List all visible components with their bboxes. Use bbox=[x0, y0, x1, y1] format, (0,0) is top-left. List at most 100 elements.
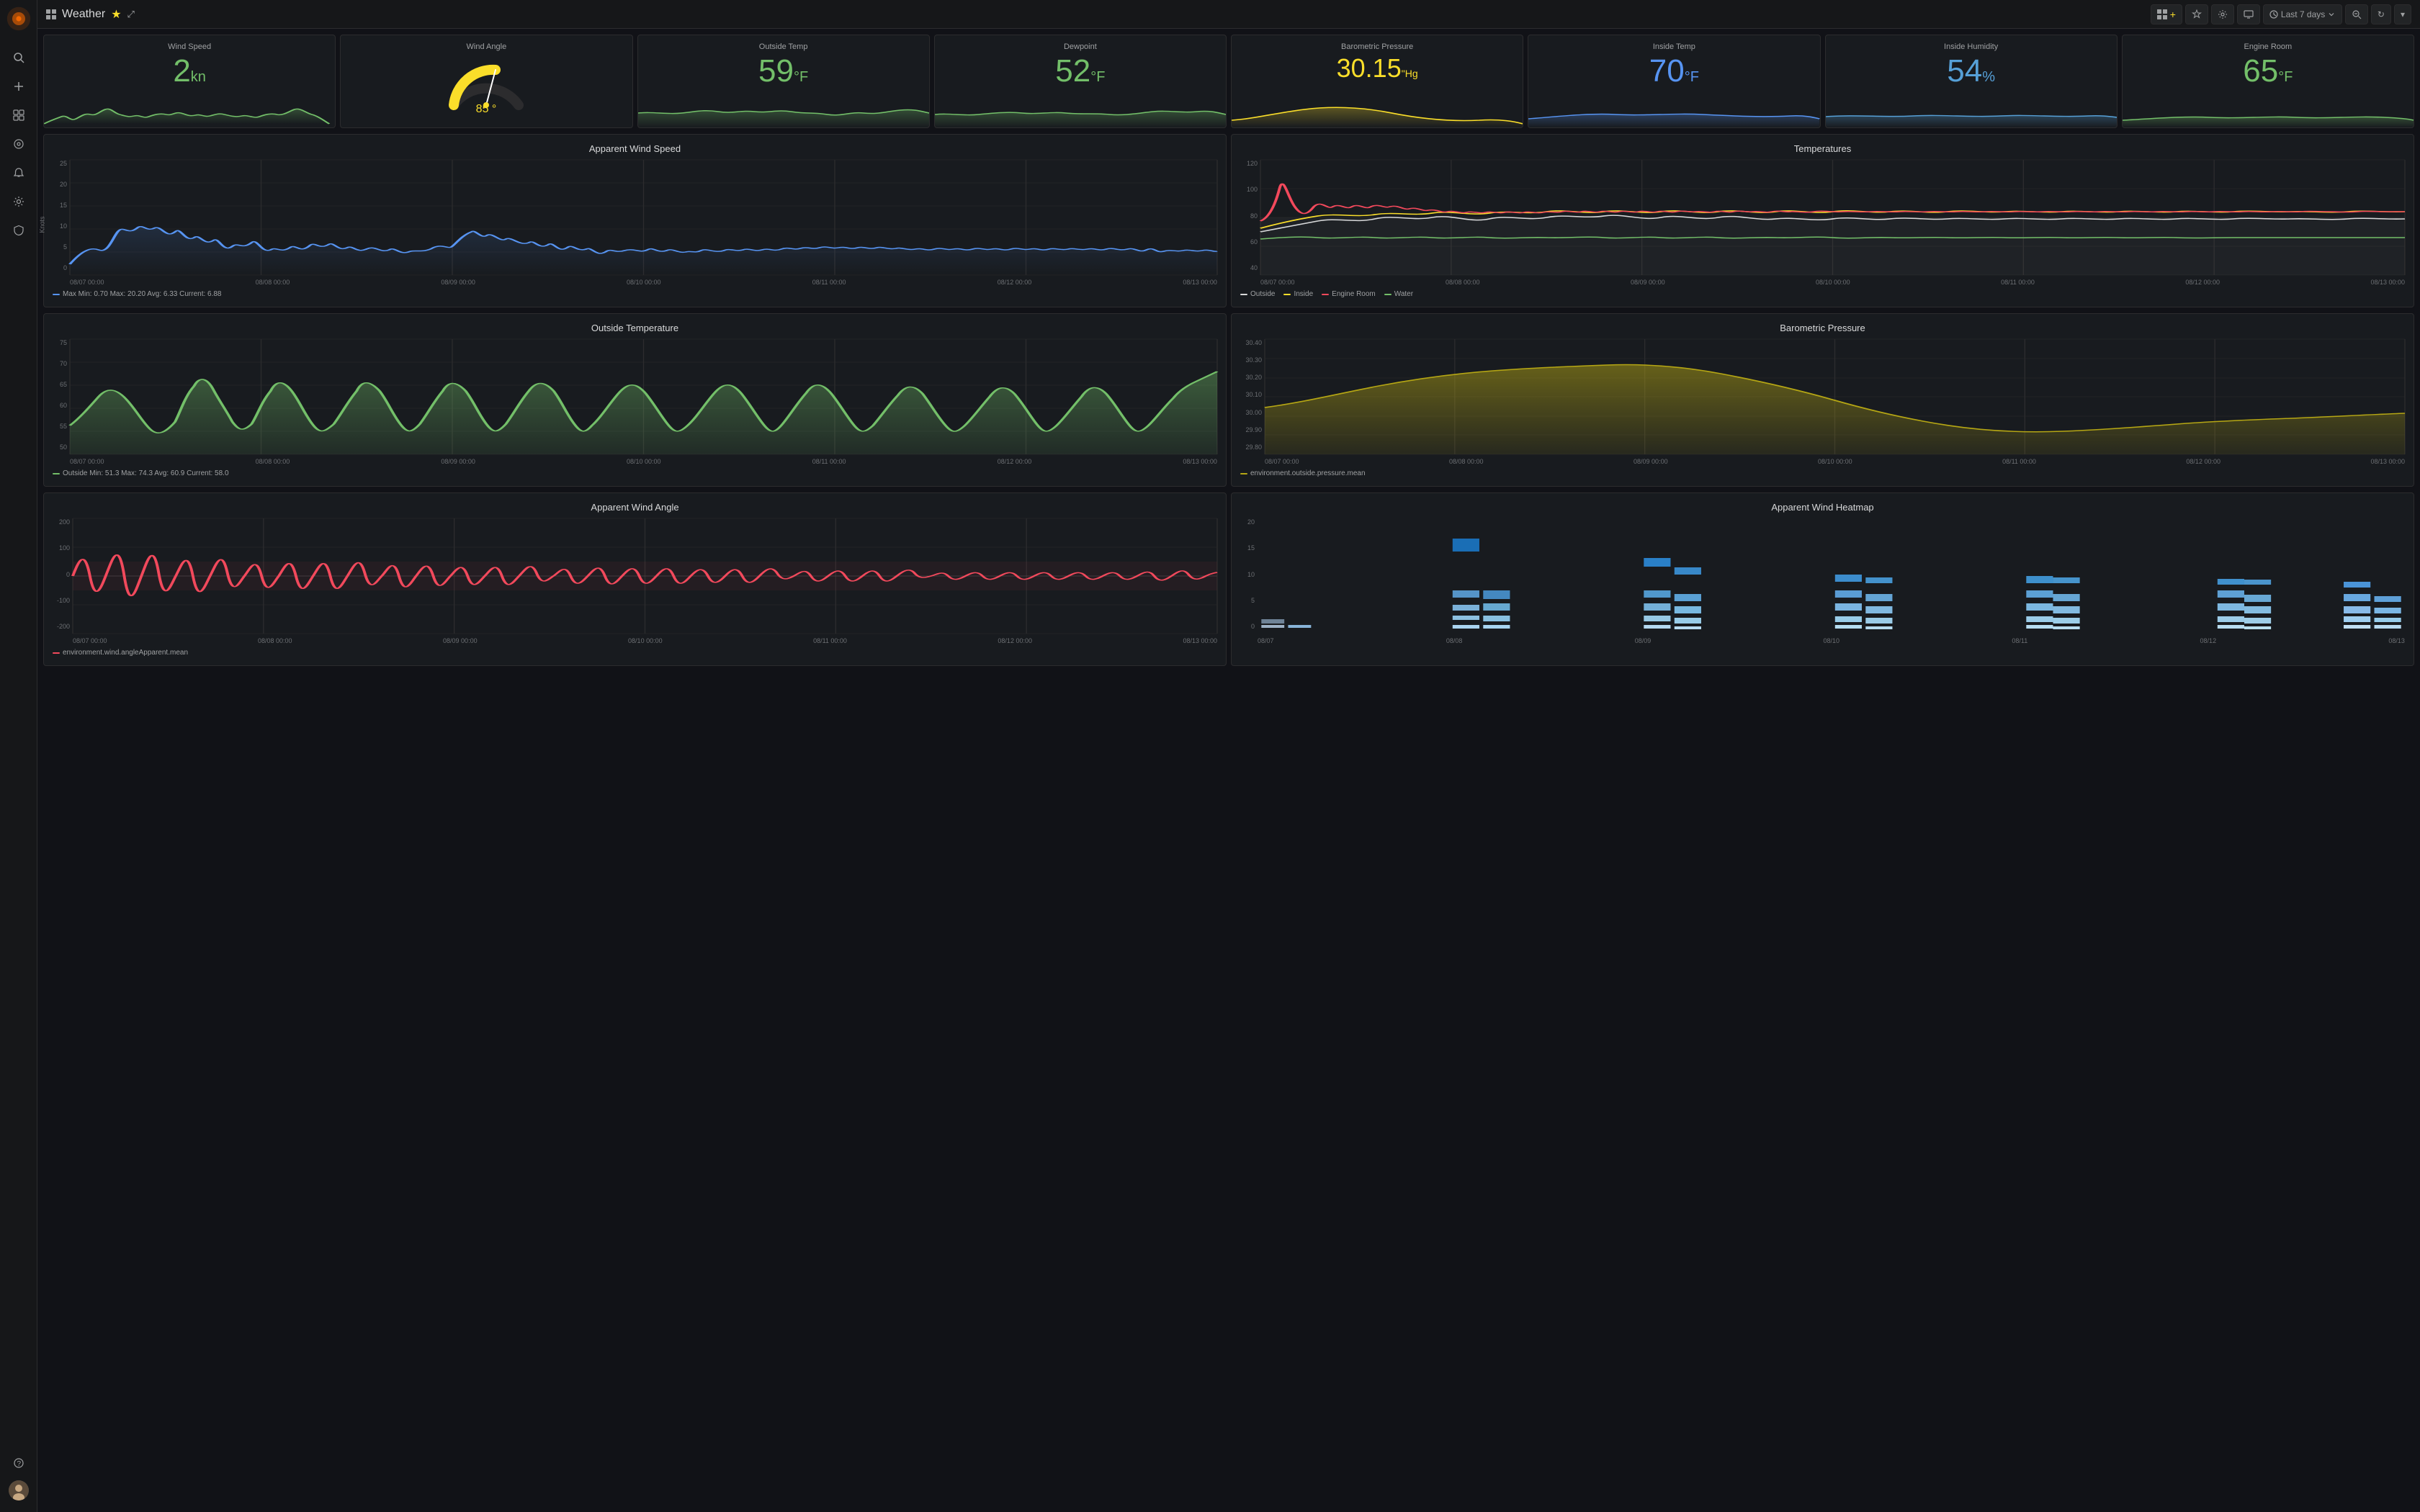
sidebar-item-settings[interactable] bbox=[6, 189, 32, 215]
inside-temp-title: Inside Temp bbox=[1537, 42, 1811, 51]
ws-y-25: 25 bbox=[60, 160, 67, 167]
baro-legend: environment.outside.pressure.mean bbox=[1240, 469, 2405, 477]
wind-speed-chart: Apparent Wind Speed 25 20 15 10 5 0 bbox=[43, 134, 1227, 307]
inside-label: Inside bbox=[1294, 290, 1313, 298]
ws-y-0: 0 bbox=[63, 264, 67, 271]
sidebar: ? bbox=[0, 0, 37, 1512]
water-label: Water bbox=[1394, 290, 1413, 298]
dewpoint-card: Dewpoint 52°F bbox=[934, 35, 1227, 128]
user-avatar[interactable] bbox=[9, 1480, 29, 1500]
sidebar-item-search[interactable] bbox=[6, 45, 32, 71]
charts-row-2: Outside Temperature 75 70 65 60 55 50 bbox=[43, 313, 2414, 487]
outside-temp-legend-text: Outside Min: 51.3 Max: 74.3 Avg: 60.9 Cu… bbox=[63, 469, 229, 477]
outside-temp-chart: Outside Temperature 75 70 65 60 55 50 bbox=[43, 313, 1227, 487]
temperatures-svg bbox=[1260, 160, 2405, 275]
wind-angle-legend-text: environment.wind.angleApparent.mean bbox=[63, 649, 188, 657]
wind-angle-gauge: 85 ° bbox=[443, 58, 529, 116]
wind-angle-chart: Apparent Wind Angle 200 100 0 -100 -200 bbox=[43, 492, 1227, 666]
temp-y-80: 80 bbox=[1250, 212, 1258, 220]
charts-row-1: Apparent Wind Speed 25 20 15 10 5 0 bbox=[43, 134, 2414, 307]
baro-value: 30.15"Hg bbox=[1240, 55, 1514, 81]
dewpoint-value: 52°F bbox=[944, 55, 1217, 87]
ws-y-10: 10 bbox=[60, 222, 67, 230]
sidebar-item-alerts[interactable] bbox=[6, 160, 32, 186]
water-legend: Water bbox=[1384, 290, 1413, 298]
settings-button[interactable] bbox=[2211, 4, 2234, 24]
ws-x-0: 08/07 00:00 bbox=[70, 279, 104, 286]
outside-temp-x-labels: 08/07 00:00 08/08 00:00 08/09 00:00 08/1… bbox=[70, 458, 1217, 465]
outside-label: Outside bbox=[1250, 290, 1275, 298]
wind-angle-chart-title: Apparent Wind Angle bbox=[53, 502, 1217, 513]
wind-heatmap-title: Apparent Wind Heatmap bbox=[1240, 502, 2405, 513]
topbar: Weather ★ ⤢ + Last 7 days bbox=[37, 0, 2420, 29]
outside-legend: Outside bbox=[1240, 290, 1275, 298]
ws-y-axis-label: Knots bbox=[39, 216, 46, 233]
wind-angle-legend: environment.wind.angleApparent.mean bbox=[53, 649, 1217, 657]
zoom-out-button[interactable] bbox=[2345, 4, 2368, 24]
sidebar-item-add[interactable] bbox=[6, 73, 32, 99]
ws-y-20: 20 bbox=[60, 181, 67, 188]
star-icon[interactable]: ★ bbox=[111, 7, 121, 22]
outside-temp-legend: Outside Min: 51.3 Max: 74.3 Avg: 60.9 Cu… bbox=[53, 469, 1217, 477]
wind-speed-legend: Max Min: 0.70 Max: 20.20 Avg: 6.33 Curre… bbox=[53, 290, 1217, 298]
stat-cards-row: Wind Speed 2kn Wind Angle bbox=[43, 35, 2414, 128]
temp-y-100: 100 bbox=[1247, 186, 1258, 193]
wind-speed-card: Wind Speed 2kn bbox=[43, 35, 336, 128]
outside-temp-title: Outside Temp bbox=[647, 42, 920, 51]
inside-temp-value: 70°F bbox=[1537, 55, 1811, 87]
wind-speed-value: 2kn bbox=[53, 55, 326, 87]
baro-legend-text: environment.outside.pressure.mean bbox=[1250, 469, 1366, 477]
sidebar-item-shield[interactable] bbox=[6, 217, 32, 243]
sidebar-item-explore[interactable] bbox=[6, 131, 32, 157]
page-title: Weather ★ ⤢ bbox=[46, 7, 135, 22]
wind-speed-svg bbox=[70, 160, 1217, 275]
grafana-logo[interactable] bbox=[6, 6, 32, 32]
svg-text:85 °: 85 ° bbox=[476, 103, 497, 115]
temp-y-120: 120 bbox=[1247, 160, 1258, 167]
ws-y-15: 15 bbox=[60, 202, 67, 209]
ws-x-2: 08/09 00:00 bbox=[441, 279, 475, 286]
more-options-button[interactable]: ▾ bbox=[2394, 4, 2411, 24]
topbar-actions: + Last 7 days ↻ ▾ bbox=[2151, 4, 2411, 24]
refresh-button[interactable]: ↻ bbox=[2371, 4, 2391, 24]
time-range-label: Last 7 days bbox=[2281, 9, 2325, 19]
dashboard: Wind Speed 2kn Wind Angle bbox=[37, 29, 2420, 1512]
wind-heatmap-chart: Apparent Wind Heatmap 20 15 10 5 0 bbox=[1231, 492, 2414, 666]
dewpoint-title: Dewpoint bbox=[944, 42, 1217, 51]
tv-mode-button[interactable] bbox=[2237, 4, 2260, 24]
wind-speed-x-labels: 08/07 00:00 08/08 00:00 08/09 00:00 08/1… bbox=[70, 279, 1217, 286]
wind-speed-sparkline bbox=[44, 99, 335, 127]
temperatures-chart: Temperatures 120 100 80 60 40 bbox=[1231, 134, 2414, 307]
barometric-pressure-chart: Barometric Pressure 30.40 30.30 30.20 30… bbox=[1231, 313, 2414, 487]
dewpoint-sparkline bbox=[935, 99, 1226, 127]
barometric-pressure-card: Barometric Pressure 30.15"Hg bbox=[1231, 35, 1523, 128]
baro-svg bbox=[1265, 339, 2405, 454]
ws-x-1: 08/08 00:00 bbox=[256, 279, 290, 286]
add-panel-button[interactable]: + bbox=[2151, 4, 2182, 24]
temperatures-x-labels: 08/07 00:00 08/08 00:00 08/09 00:00 08/1… bbox=[1260, 279, 2405, 286]
outside-temp-svg bbox=[70, 339, 1217, 454]
inside-temp-card: Inside Temp 70°F bbox=[1528, 35, 1820, 128]
sidebar-bottom: ? bbox=[6, 1447, 32, 1506]
mark-favorite-button[interactable] bbox=[2185, 4, 2208, 24]
wind-speed-legend-item: Max Min: 0.70 Max: 20.20 Avg: 6.33 Curre… bbox=[53, 290, 222, 298]
humidity-title: Inside Humidity bbox=[1834, 42, 2108, 51]
wind-speed-chart-title: Apparent Wind Speed bbox=[53, 143, 1217, 154]
sidebar-item-dashboards[interactable] bbox=[6, 102, 32, 128]
temperatures-title: Temperatures bbox=[1240, 143, 2405, 154]
ws-x-6: 08/13 00:00 bbox=[1183, 279, 1217, 286]
baro-chart-title: Barometric Pressure bbox=[1240, 323, 2405, 333]
temp-y-40: 40 bbox=[1250, 264, 1258, 271]
wind-angle-x-labels: 08/07 00:00 08/08 00:00 08/09 00:00 08/1… bbox=[73, 637, 1217, 644]
engine-room-value: 65°F bbox=[2131, 55, 2405, 87]
wind-speed-title: Wind Speed bbox=[53, 42, 326, 51]
wind-angle-title: Wind Angle bbox=[349, 42, 623, 51]
temperatures-legend: Outside Inside Engine Room Water bbox=[1240, 290, 2405, 298]
inside-temp-sparkline bbox=[1528, 99, 1819, 127]
ws-x-3: 08/10 00:00 bbox=[627, 279, 661, 286]
sidebar-item-help[interactable]: ? bbox=[6, 1450, 32, 1476]
outside-temp-card: Outside Temp 59°F bbox=[637, 35, 930, 128]
share-icon[interactable]: ⤢ bbox=[127, 9, 135, 20]
humidity-value: 54% bbox=[1834, 55, 2108, 87]
time-range-button[interactable]: Last 7 days bbox=[2263, 4, 2342, 24]
